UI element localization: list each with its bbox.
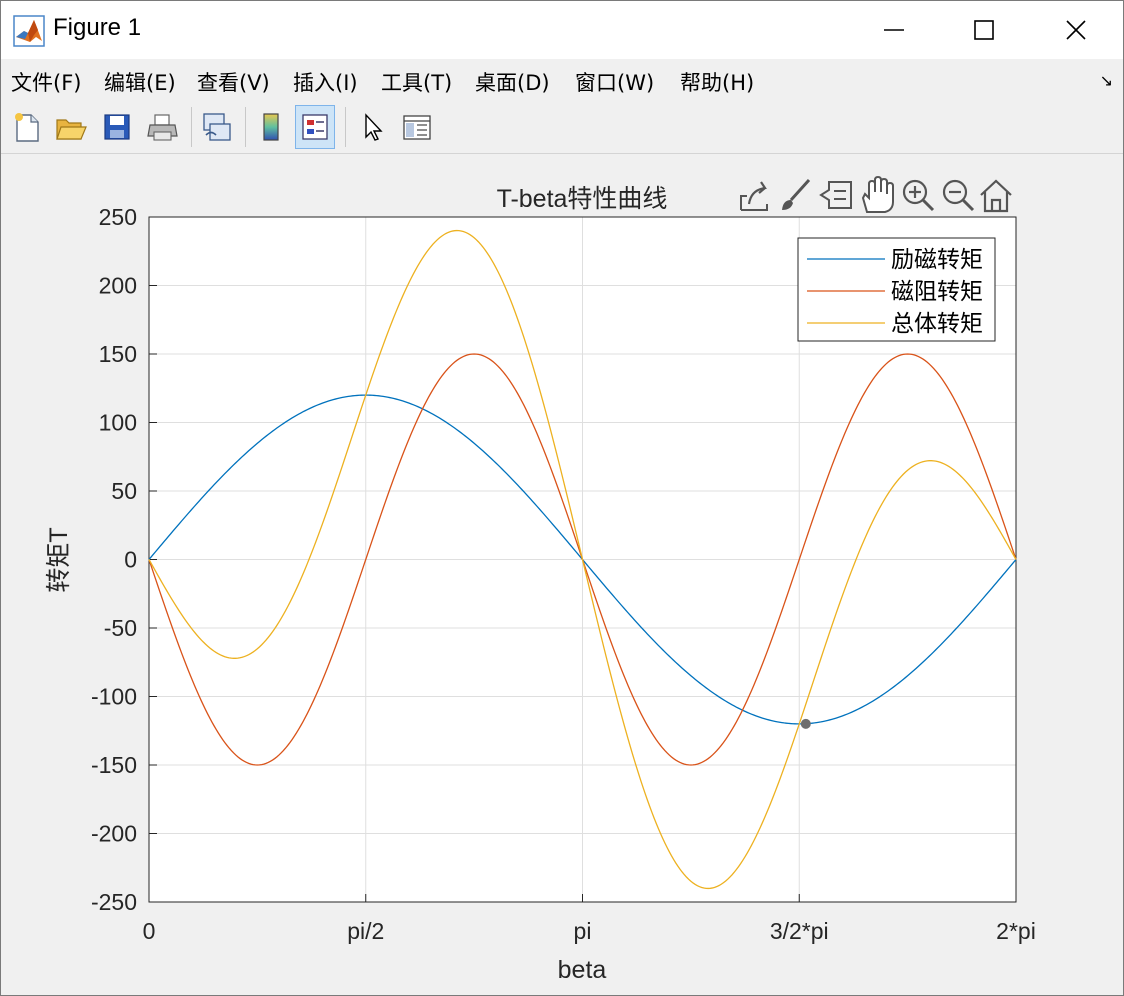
export-icon[interactable] [740, 181, 768, 211]
y-tick-label: -100 [91, 684, 137, 710]
y-tick-label: -150 [91, 752, 137, 778]
print-button[interactable] [143, 105, 183, 149]
y-tick-label: 200 [99, 273, 137, 299]
home-icon[interactable] [980, 179, 1012, 213]
menu-tools[interactable]: 工具(T) [381, 67, 452, 97]
menu-window[interactable]: 窗口(W) [575, 67, 654, 97]
edit-plot-icon [365, 113, 383, 141]
menu-desktop[interactable]: 桌面(D) [475, 67, 550, 97]
menu-file[interactable]: 文件(F) [11, 67, 81, 97]
open-file-button[interactable] [51, 105, 91, 149]
axes-toolbar [740, 175, 1012, 213]
close-button[interactable] [1031, 1, 1121, 59]
chart-title: T-beta特性曲线 [497, 185, 668, 213]
legend-entry-2: 总体转矩 [891, 311, 983, 337]
legend-icon [302, 114, 328, 140]
y-tick-label: 150 [99, 341, 137, 367]
legend[interactable]: 励磁转矩 磁阻转矩 总体转矩 [797, 237, 996, 342]
x-tick-label: pi/2 [347, 918, 384, 944]
title-bar: Figure 1 [1, 1, 1123, 59]
y-axis-label: 转矩T [45, 527, 73, 592]
toolbar-separator [191, 107, 192, 147]
figure-toolbar [1, 101, 1123, 154]
x-tick-label: 2*pi [996, 918, 1036, 944]
y-tick-label: -50 [104, 615, 137, 641]
x-tick-label: pi [574, 918, 592, 944]
menu-edit[interactable]: 编辑(E) [104, 67, 176, 97]
dock-arrow-icon[interactable]: ↘ [1100, 71, 1113, 90]
property-inspector-button[interactable] [397, 105, 437, 149]
open-file-icon [56, 119, 87, 140]
menu-insert[interactable]: 插入(I) [293, 67, 358, 97]
figure-window: Figure 1 文件(F) 编辑(E) 查看(V) 插入(I) 工具(T) 桌… [0, 0, 1124, 996]
minimize-button[interactable] [849, 1, 939, 59]
window-title: Figure 1 [53, 14, 142, 41]
x-tick-label: 0 [143, 918, 156, 944]
y-tick-label: 250 [99, 204, 137, 230]
toolbar-separator [345, 107, 346, 147]
print-icon [147, 114, 178, 141]
menu-bar: 文件(F) 编辑(E) 查看(V) 插入(I) 工具(T) 桌面(D) 窗口(W… [1, 59, 1123, 101]
figure-canvas: 250 200 150 100 50 0 -50 -100 -150 -200 -250 0 pi/2 p… [1, 154, 1123, 995]
toolbar-separator [245, 107, 246, 147]
legend-entry-0: 励磁转矩 [891, 247, 983, 273]
x-axis-label: beta [558, 956, 607, 984]
brush-icon[interactable] [782, 178, 811, 210]
colorbar-button[interactable] [251, 105, 291, 149]
zoom-in-icon[interactable] [902, 179, 935, 212]
close-icon [1066, 20, 1086, 40]
x-tick-label: 3/2*pi [770, 918, 829, 944]
maximize-icon [974, 20, 994, 40]
minimize-icon [884, 29, 904, 31]
new-figure-button[interactable] [7, 105, 47, 149]
plot-svg[interactable]: 250200150100500-50-100-150-200-2500 pi/2 p… [1, 154, 1123, 995]
menu-help[interactable]: 帮助(H) [680, 67, 754, 97]
y-tick-label: 50 [111, 478, 137, 504]
legend-entry-1: 磁阻转矩 [891, 279, 983, 305]
y-tick-label: -200 [91, 821, 137, 847]
link-plot-button[interactable] [197, 105, 237, 149]
edit-plot-button[interactable] [353, 105, 393, 149]
zoom-out-icon[interactable] [942, 179, 975, 212]
link-plot-icon [203, 113, 231, 141]
property-inspector-icon [403, 115, 431, 140]
new-figure-icon [15, 113, 39, 142]
y-tick-label: 0 [124, 547, 137, 573]
colorbar-icon [263, 113, 279, 141]
y-tick-label: 100 [99, 410, 137, 436]
data-tips-icon[interactable] [819, 181, 852, 209]
menu-view[interactable]: 查看(V) [197, 67, 270, 97]
save-button[interactable] [97, 105, 137, 149]
maximize-button[interactable] [939, 1, 1029, 59]
legend-button[interactable] [295, 105, 335, 149]
y-tick-label: -250 [91, 889, 137, 915]
pan-icon[interactable] [861, 175, 894, 213]
datatip-marker[interactable] [800, 718, 811, 729]
matlab-logo-icon [13, 15, 45, 47]
save-icon [104, 114, 130, 140]
